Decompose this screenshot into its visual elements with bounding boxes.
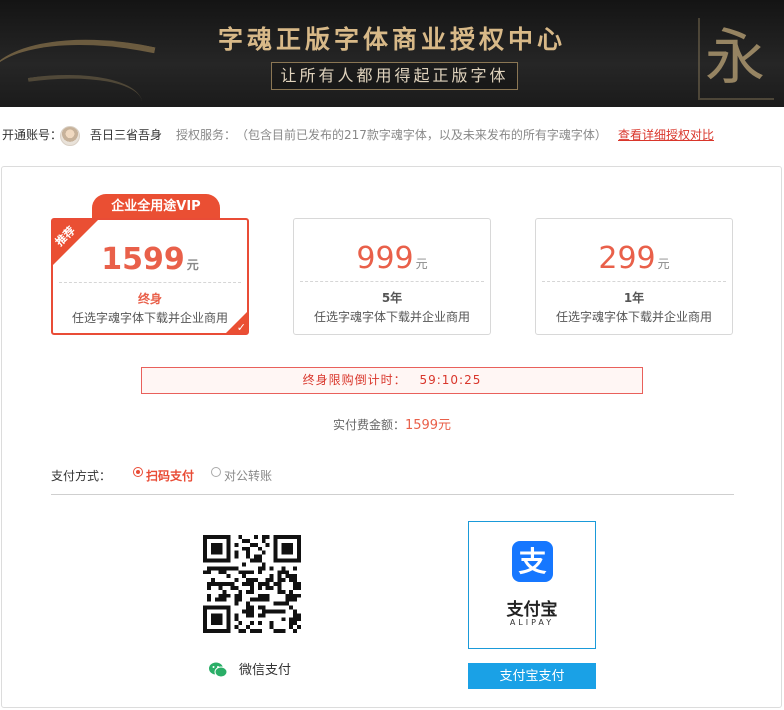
plan-term: 终身 [137, 292, 162, 306]
vip-tag: 企业全用途VIP [92, 194, 220, 220]
wechat-icon [209, 662, 227, 678]
plan-description: 任选字魂字体下载并企业商用 [71, 311, 228, 325]
service-label: 授权服务： [176, 128, 237, 142]
payable-amount: 实付费金额：1599元 [0, 414, 784, 433]
payment-method-label: 支付方式： [51, 469, 112, 483]
alipay-qr-panel[interactable]: 支 支付宝 ALIPAY [468, 521, 596, 649]
bank-transfer-option[interactable]: 对公转账 [224, 467, 272, 485]
account-username: 吾日三省吾身 [90, 128, 163, 142]
divider [51, 494, 734, 495]
account-label: 开通账号： [2, 128, 63, 142]
service-description: （包含目前已发布的217款字魂字体，以及未来发布的所有字魂字体） [236, 128, 607, 142]
bank-transfer-radio[interactable] [211, 467, 221, 477]
calligraphy-glyph-icon: 永 [698, 18, 774, 100]
plan-card-5-years[interactable]: 999 元 5年 任选字魂字体下载并企业商用 [293, 218, 491, 335]
countdown-time: 59:10:25 [419, 373, 482, 387]
amount-label: 实付费金额： [332, 418, 405, 432]
alipay-name: 支付宝 [506, 600, 558, 620]
banner-subtitle: 让所有人都用得起正版字体 [271, 62, 518, 90]
plan-card-1-year[interactable]: 299 元 1年 任选字魂字体下载并企业商用 [535, 218, 733, 335]
scan-pay-radio[interactable] [133, 467, 143, 477]
selected-check-icon: ✓ [226, 311, 248, 333]
banner-title: 字魂正版字体商业授权中心 [217, 25, 566, 54]
alipay-pay-button[interactable]: 支付宝支付 [468, 663, 596, 689]
plan-price: 999 元 [356, 241, 428, 276]
wechat-qr-code [203, 535, 301, 633]
plan-price: 299 元 [598, 241, 670, 276]
divider [542, 281, 726, 282]
divider [59, 282, 241, 283]
plan-description: 任选字魂字体下载并企业商用 [555, 310, 712, 324]
alipay-logo-icon: 支 [512, 541, 553, 582]
header-banner: 字魂正版字体商业授权中心 让所有人都用得起正版字体 永 [0, 0, 784, 107]
plan-description: 任选字魂字体下载并企业商用 [313, 310, 470, 324]
alipay-english-name: ALIPAY [509, 618, 555, 627]
license-compare-link[interactable]: 查看详细授权对比 [618, 122, 714, 148]
divider [300, 281, 484, 282]
account-info-row: 开通账号： 吾日三省吾身 授权服务： （包含目前已发布的217款字魂字体，以及未… [0, 122, 784, 148]
scan-pay-option[interactable]: 扫码支付 [146, 467, 194, 485]
recommend-badge: 推荐 [52, 220, 98, 266]
plan-term: 1年 [623, 291, 645, 305]
countdown-label: 终身限购倒计时： [302, 373, 407, 387]
avatar [60, 126, 80, 146]
amount-value: 1599元 [404, 418, 452, 433]
countdown-banner: 终身限购倒计时： 59:10:25 [141, 367, 643, 394]
plan-term: 5年 [381, 291, 403, 305]
